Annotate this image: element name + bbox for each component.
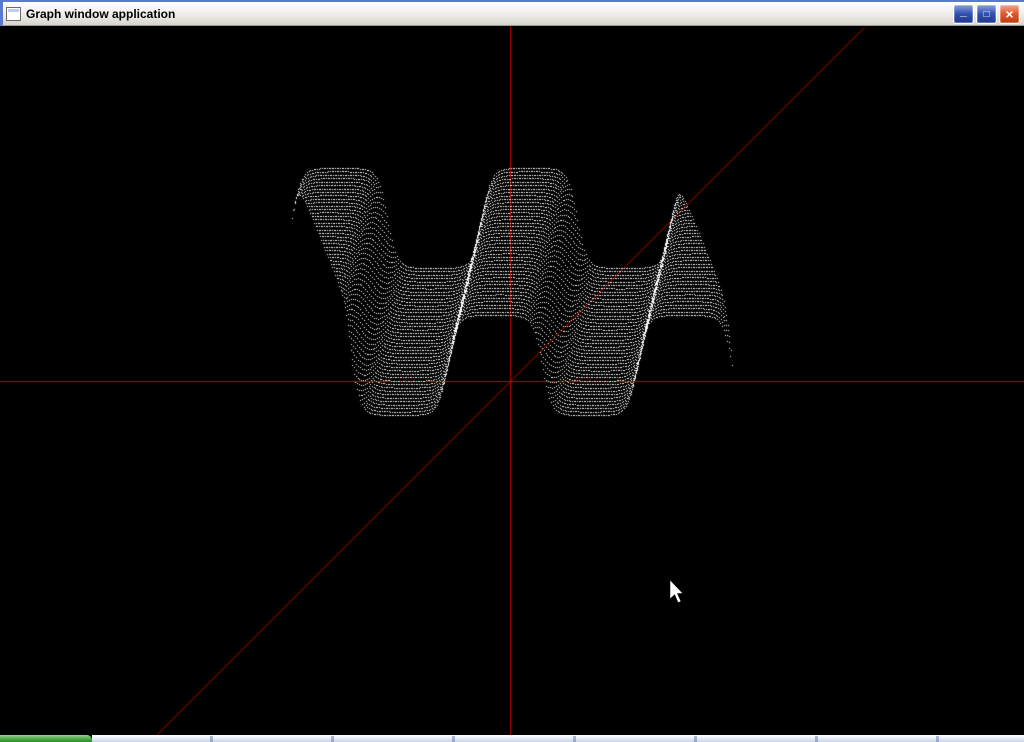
app-window: Graph window application _ □ × [0,0,1024,742]
close-button[interactable]: × [999,4,1020,24]
taskbar-buttons-strip[interactable] [92,735,1024,742]
graph-canvas [0,26,1024,735]
window-title: Graph window application [26,7,951,21]
minimize-button[interactable]: _ [953,4,974,24]
minimize-icon: _ [954,5,973,17]
graph-client-area [0,26,1024,735]
titlebar[interactable]: Graph window application _ □ × [0,0,1024,26]
maximize-button[interactable]: □ [976,4,997,24]
app-window-icon[interactable] [6,7,21,21]
maximize-icon: □ [977,5,996,24]
close-icon: × [1000,5,1019,23]
start-button[interactable] [0,735,92,742]
taskbar-strip [0,735,1024,742]
